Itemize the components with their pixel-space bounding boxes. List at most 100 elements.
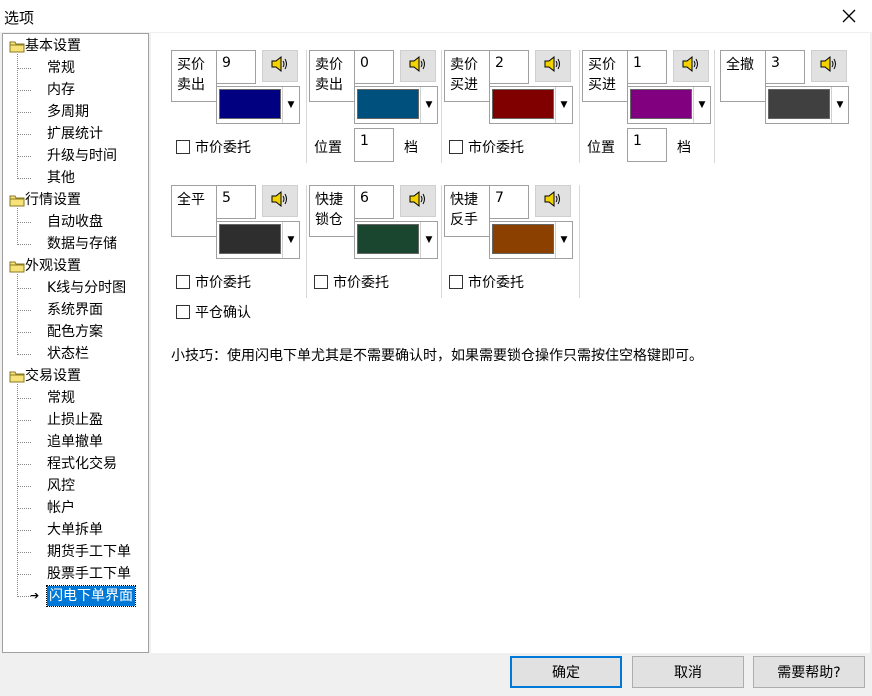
checkbox-label: 市价委托 (333, 275, 389, 291)
hotkey-input[interactable]: 7 (489, 185, 529, 219)
checkbox-box[interactable] (176, 140, 190, 154)
dropdown-arrow-icon[interactable]: ▼ (282, 222, 299, 258)
color-swatch (219, 89, 281, 119)
checkbox-box[interactable] (176, 275, 190, 289)
group-separator (441, 50, 442, 163)
tree-connector (17, 530, 31, 531)
tree-item[interactable]: 常规 (47, 58, 75, 78)
market-order-checkbox[interactable]: 市价委托 (176, 272, 251, 292)
market-order-checkbox[interactable]: 市价委托 (449, 272, 524, 292)
tree-item[interactable]: 系统界面 (47, 300, 103, 320)
hotkey-input[interactable]: 5 (216, 185, 256, 219)
dropdown-arrow-icon[interactable]: ▼ (555, 87, 572, 123)
position-label: 位置 (314, 140, 342, 156)
checkbox-box[interactable] (449, 140, 463, 154)
tree-connector (17, 288, 31, 289)
sound-button[interactable] (262, 50, 298, 82)
position-input[interactable]: 1 (354, 128, 394, 162)
hotkey-label: 全撤 (720, 50, 766, 102)
sound-button[interactable] (811, 50, 847, 82)
cancel-button[interactable]: 取消 (632, 656, 744, 688)
position-input[interactable]: 1 (627, 128, 667, 162)
color-dropdown[interactable]: ▼ (489, 86, 573, 124)
checkbox-box[interactable] (314, 275, 328, 289)
sound-button[interactable] (535, 185, 571, 217)
tree-item[interactable]: 自动收盘 (47, 212, 103, 232)
speaker-icon (408, 190, 428, 212)
tree-item[interactable]: 常规 (47, 388, 75, 408)
tree-category-3[interactable]: 外观设置 (25, 256, 81, 276)
hotkey-input[interactable]: 0 (354, 50, 394, 84)
hotkey-input[interactable]: 3 (765, 50, 805, 84)
color-dropdown[interactable]: ▼ (765, 86, 849, 124)
tree-item[interactable]: 配色方案 (47, 322, 103, 342)
market-order-checkbox[interactable]: 市价委托 (449, 137, 524, 157)
hotkey-input[interactable]: 6 (354, 185, 394, 219)
checkbox-box[interactable] (449, 275, 463, 289)
tree-item[interactable]: 追单撤单 (47, 432, 103, 452)
tree-item[interactable]: 大单拆单 (47, 520, 103, 540)
ok-button[interactable]: 确定 (510, 656, 622, 688)
settings-tree[interactable]: 基本设置 常规 内存 多周期 扩展统计 升级与时间 其他 行情设置 自动收盘 数据与存储 外观设置 K… (2, 33, 149, 653)
dropdown-arrow-icon[interactable]: ▼ (282, 87, 299, 123)
sound-button[interactable] (673, 50, 709, 82)
sound-button[interactable] (262, 185, 298, 217)
hotkey-input[interactable]: 1 (627, 50, 667, 84)
tree-item[interactable]: 其他 (47, 168, 75, 188)
tree-item[interactable]: 止损止盈 (47, 410, 103, 430)
checkbox-label: 市价委托 (195, 140, 251, 156)
tree-item[interactable]: 状态栏 (47, 344, 89, 364)
color-dropdown[interactable]: ▼ (627, 86, 711, 124)
tree-category-4[interactable]: 交易设置 (25, 366, 81, 386)
tree-item[interactable]: 多周期 (47, 102, 89, 122)
sound-button[interactable] (400, 185, 436, 217)
tree-item[interactable]: 数据与存储 (47, 234, 117, 254)
tree-connector (17, 178, 31, 179)
help-button[interactable]: 需要帮助? (753, 656, 865, 688)
color-swatch (357, 224, 419, 254)
title-bar: 选项 (0, 0, 872, 32)
tree-item[interactable]: 扩展统计 (47, 124, 103, 144)
tree-connector (17, 486, 31, 487)
tree-item[interactable]: 程式化交易 (47, 454, 117, 474)
dropdown-arrow-icon[interactable]: ▼ (693, 87, 710, 123)
close-icon (842, 9, 856, 23)
close-confirm-checkbox[interactable]: 平仓确认 (176, 302, 251, 322)
tree-category-2[interactable]: 行情设置 (25, 190, 81, 210)
color-dropdown[interactable]: ▼ (489, 221, 573, 259)
tree-category-1[interactable]: 基本设置 (25, 36, 81, 56)
hotkey-input[interactable]: 2 (489, 50, 529, 84)
tree-connector (17, 274, 18, 355)
sound-button[interactable] (400, 50, 436, 82)
tree-item[interactable]: 升级与时间 (47, 146, 117, 166)
hotkey-input[interactable]: 9 (216, 50, 256, 84)
color-swatch (219, 224, 281, 254)
color-dropdown[interactable]: ▼ (354, 86, 438, 124)
tree-connector (17, 208, 18, 245)
color-dropdown[interactable]: ▼ (354, 221, 438, 259)
speaker-icon (270, 190, 290, 212)
tree-item[interactable]: 帐户 (47, 498, 75, 518)
tree-connector (17, 310, 31, 311)
sound-button[interactable] (535, 50, 571, 82)
dropdown-arrow-icon[interactable]: ▼ (555, 222, 572, 258)
tree-item[interactable]: 风控 (47, 476, 75, 496)
dropdown-arrow-icon[interactable]: ▼ (420, 222, 437, 258)
dropdown-arrow-icon[interactable]: ▼ (420, 87, 437, 123)
tree-item[interactable]: K线与分时图 (47, 278, 126, 298)
checkbox-box[interactable] (176, 305, 190, 319)
color-dropdown[interactable]: ▼ (216, 221, 300, 259)
flash-order-panel: 买价卖出 9 ▼ 市价委托 卖价卖出 0 ▼ 位置 1 档卖价买进 2 ▼ 市价委托 买价买进 1 ▼ 位置 1 档… (151, 33, 870, 653)
checkbox-label: 市价委托 (195, 275, 251, 291)
tree-item[interactable]: 内存 (47, 80, 75, 100)
color-dropdown[interactable]: ▼ (216, 86, 300, 124)
dropdown-arrow-icon[interactable]: ▼ (831, 87, 848, 123)
tree-item[interactable]: 期货手工下单 (47, 542, 131, 562)
market-order-checkbox[interactable]: 市价委托 (176, 137, 251, 157)
tree-item[interactable]: 闪电下单界面 (46, 585, 136, 607)
tree-connector (17, 222, 31, 223)
tree-item[interactable]: 股票手工下单 (47, 564, 131, 584)
group-separator (441, 185, 442, 298)
close-button[interactable] (826, 0, 872, 32)
market-order-checkbox[interactable]: 市价委托 (314, 272, 389, 292)
